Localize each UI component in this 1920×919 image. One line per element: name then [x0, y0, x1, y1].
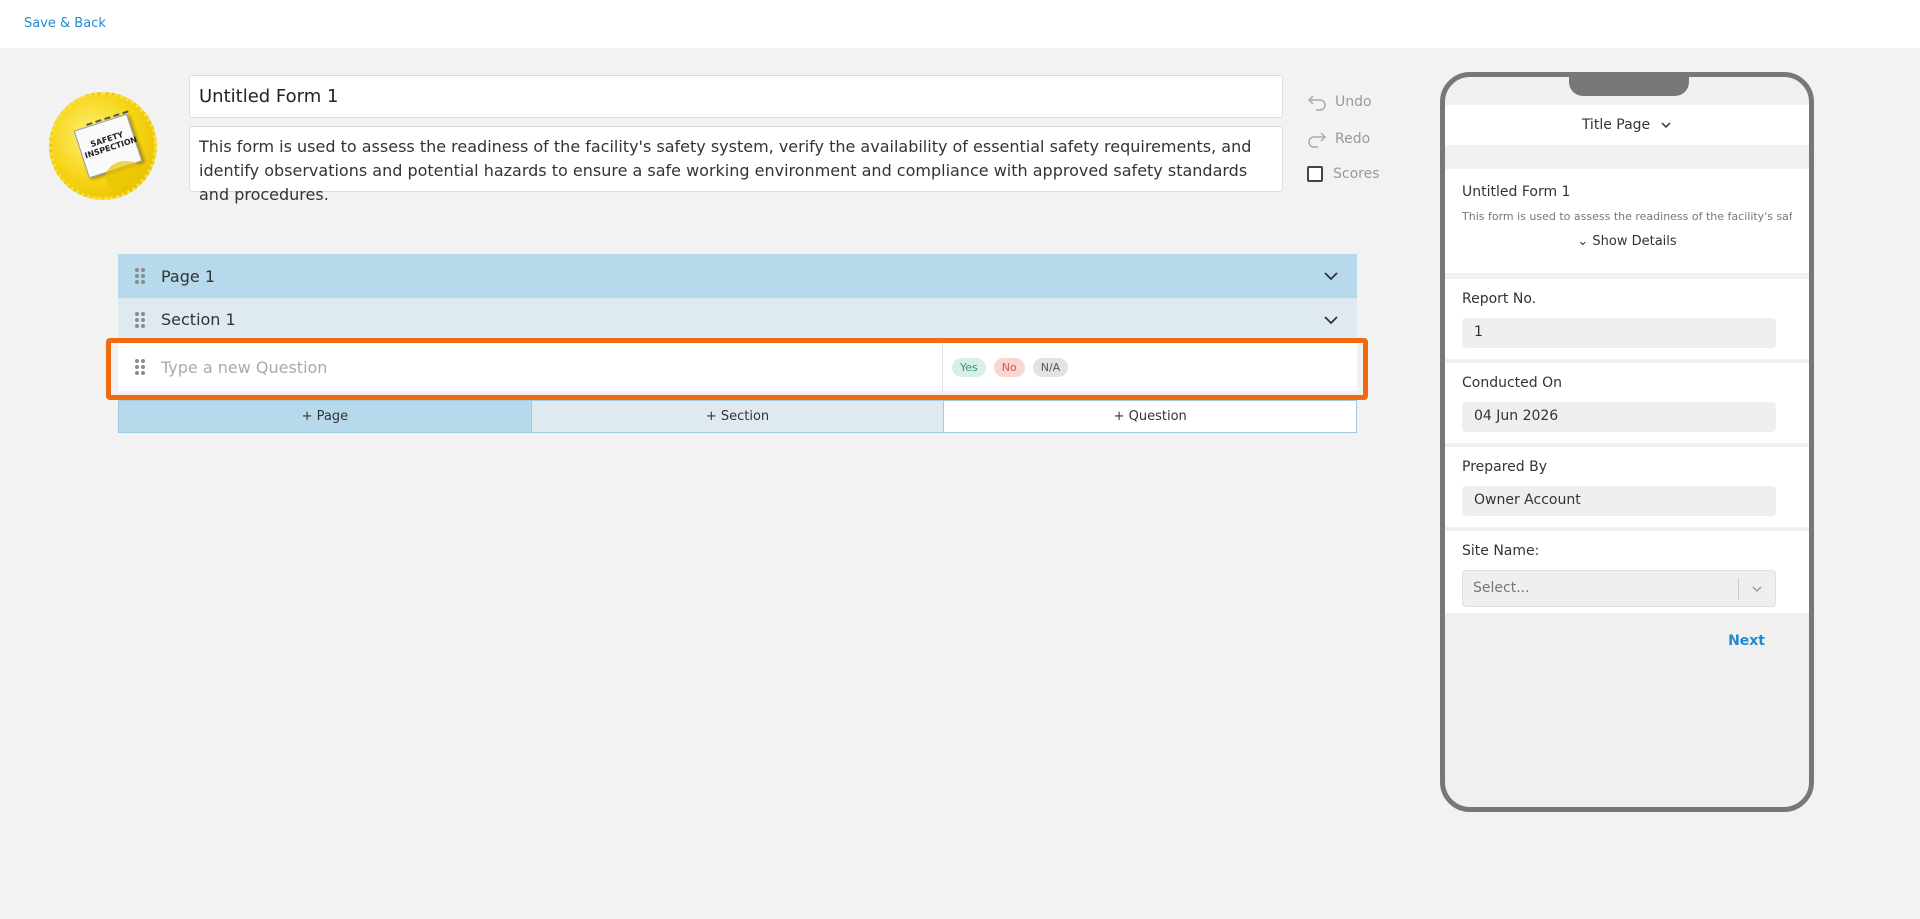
scores-label: Scores [1333, 166, 1380, 182]
scores-checkbox[interactable] [1307, 166, 1323, 182]
preview-page-selector[interactable]: Title Page [1445, 105, 1809, 145]
response-no-badge[interactable]: No [993, 357, 1025, 377]
report-no-input[interactable]: 1 [1462, 318, 1776, 348]
add-page-button[interactable]: + Page [119, 401, 531, 432]
prepared-by-input[interactable]: Owner Account [1462, 486, 1776, 516]
redo-icon [1308, 132, 1327, 148]
conducted-on-input[interactable]: 04 Jun 2026 [1462, 402, 1776, 432]
preview-header-label: Title Page [1581, 117, 1651, 133]
drag-handle-icon[interactable] [135, 311, 145, 328]
field-label: Conducted On [1462, 375, 1563, 391]
add-question-button[interactable]: + Question [943, 401, 1357, 432]
top-bar: Save & Back [0, 0, 1920, 48]
scores-toggle[interactable]: Scores [1307, 166, 1380, 182]
chevron-down-icon [1752, 586, 1762, 593]
form-logo[interactable]: SAFETY INSPECTION [49, 92, 157, 200]
logo-hand [106, 161, 146, 191]
add-section-button[interactable]: + Section [530, 401, 944, 432]
chevron-down-icon [1661, 122, 1671, 129]
select-separator [1738, 578, 1739, 600]
preview-field-site-name: Site Name: Select... [1445, 531, 1809, 613]
response-yes-badge[interactable]: Yes [952, 357, 986, 377]
site-name-select[interactable]: Select... [1462, 570, 1776, 607]
next-button[interactable]: Next [1728, 633, 1765, 649]
redo-label: Redo [1335, 131, 1371, 147]
undo-label: Undo [1335, 94, 1372, 110]
logo-text: SAFETY INSPECTION [83, 129, 139, 161]
preview-field-conducted-on: Conducted On 04 Jun 2026 [1445, 363, 1809, 443]
preview-form-title: Untitled Form 1 [1462, 184, 1571, 200]
form-description-input[interactable]: This form is used to assess the readines… [189, 126, 1283, 204]
save-and-back-link[interactable]: Save & Back [24, 16, 106, 31]
question-input[interactable]: Type a new Question [161, 358, 942, 377]
chevron-down-icon[interactable] [1323, 312, 1339, 328]
divider [942, 343, 943, 391]
form-builder: Page 1 Section 1 [118, 254, 1357, 341]
field-label: Site Name: [1462, 543, 1540, 559]
redo-button[interactable]: Redo [1307, 129, 1370, 149]
show-details-button[interactable]: ⌄ Show Details [1445, 234, 1809, 249]
preview-field-prepared-by: Prepared By Owner Account [1445, 447, 1809, 527]
chevron-down-icon: ⌄ [1577, 234, 1589, 249]
response-na-badge[interactable]: N/A [1032, 357, 1069, 377]
site-name-placeholder: Select... [1473, 580, 1530, 596]
field-label: Report No. [1462, 291, 1537, 307]
preview-intro-card: Untitled Form 1 This form is used to ass… [1445, 169, 1809, 273]
phone-notch [1569, 77, 1689, 96]
undo-button[interactable]: Undo [1307, 92, 1372, 112]
page-row[interactable]: Page 1 [118, 254, 1357, 298]
form-title-input[interactable]: Untitled Form 1 [189, 75, 1283, 118]
section-label: Section 1 [161, 310, 236, 329]
question-row[interactable]: Type a new Question Yes No N/A [118, 343, 1357, 391]
preview-form-description: This form is used to assess the readines… [1462, 210, 1792, 223]
drag-handle-icon[interactable] [135, 268, 145, 284]
undo-icon [1307, 95, 1326, 111]
preview-field-report-no: Report No. 1 [1445, 279, 1809, 359]
mobile-preview: Title Page Untitled Form 1 This form is … [1440, 72, 1814, 812]
show-details-label: Show Details [1592, 234, 1677, 249]
page-label: Page 1 [161, 266, 215, 286]
drag-handle-icon[interactable] [135, 359, 145, 375]
chevron-down-icon[interactable] [1323, 268, 1339, 284]
add-bar: + Page + Section + Question [118, 400, 1357, 433]
field-label: Prepared By [1462, 459, 1548, 475]
section-row[interactable]: Section 1 [118, 298, 1357, 341]
